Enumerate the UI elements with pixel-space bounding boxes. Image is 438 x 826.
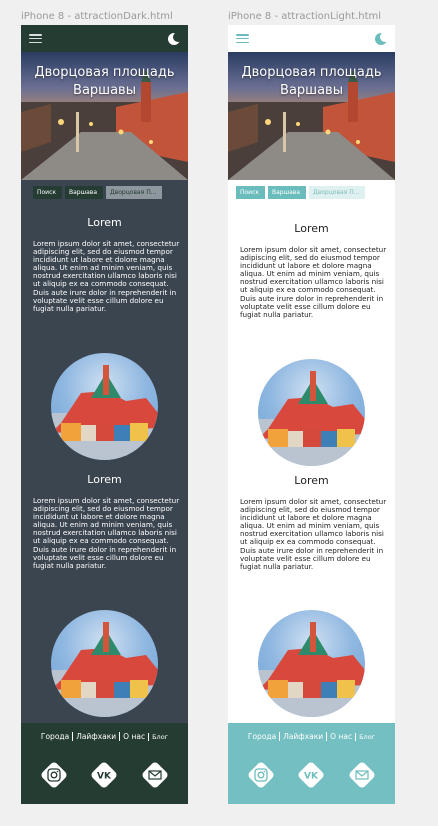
breadcrumb-item-search[interactable]: Поиск (33, 186, 63, 199)
breadcrumb: Поиск Варшава Дворцовая П... (236, 186, 365, 199)
footer-link-blog[interactable]: Блог (355, 732, 378, 741)
section-photo (258, 610, 365, 717)
section-text: Lorem ipsum dolor sit amet, consectetur … (240, 497, 387, 571)
breadcrumb-item-search[interactable]: Поиск (236, 186, 266, 199)
mail-button[interactable] (140, 760, 169, 790)
instagram-icon (254, 768, 268, 782)
breadcrumb: Поиск Варшава Дворцовая П... (33, 186, 162, 199)
mail-button[interactable] (347, 760, 376, 790)
section-title: Lorem (294, 474, 329, 487)
phone-frame-dark: Дворцовая площадь Варшавы Поиск Варшава … (21, 25, 188, 804)
footer-link-lifehacks[interactable]: Лайфхаки (72, 732, 119, 741)
hero-image: Дворцовая площадь Варшавы (228, 52, 395, 180)
hero-title: Дворцовая площадь Варшавы (34, 65, 175, 98)
section-photo (51, 353, 158, 460)
menu-icon[interactable] (236, 34, 249, 43)
section-title: Lorem (294, 222, 329, 235)
svg-text:VK: VK (305, 772, 320, 782)
frame-label: iPhone 8 - attractionDark.html (21, 11, 173, 22)
mail-icon (148, 770, 162, 780)
breadcrumb-item-current: Дворцовая П... (309, 186, 365, 199)
section-text: Lorem ipsum dolor sit amet, consectetur … (33, 496, 180, 570)
vk-button[interactable]: VK (90, 760, 119, 790)
footer: Города Лайфхаки О нас Блог VK (21, 723, 188, 804)
section-text: Lorem ipsum dolor sit amet, consectetur … (240, 245, 387, 319)
footer-link-about[interactable]: О нас (326, 732, 355, 741)
section-photo (51, 610, 158, 717)
vk-icon: VK (305, 772, 320, 782)
social-links: VK (21, 760, 188, 790)
instagram-button[interactable] (40, 760, 69, 790)
breadcrumb-item-warsaw[interactable]: Варшава (65, 186, 103, 199)
footer: Города Лайфхаки О нас Блог VK (228, 723, 395, 804)
section-title: Lorem (87, 473, 122, 486)
instagram-button[interactable] (247, 760, 276, 790)
hero-image: Дворцовая площадь Варшавы (21, 52, 188, 180)
footer-nav: Города Лайфхаки О нас Блог (228, 732, 395, 741)
footer-nav: Города Лайфхаки О нас Блог (21, 732, 188, 741)
frame-label: iPhone 8 - attractionLight.html (228, 11, 382, 22)
theme-toggle-icon[interactable] (375, 31, 390, 45)
section-photo (258, 359, 365, 466)
theme-toggle-icon[interactable] (168, 31, 183, 45)
header-bar (21, 25, 188, 52)
social-links: VK (228, 760, 395, 790)
instagram-icon (47, 768, 61, 782)
vk-icon: VK (98, 772, 113, 782)
breadcrumb-item-warsaw[interactable]: Варшава (268, 186, 306, 199)
vk-button[interactable]: VK (297, 760, 326, 790)
footer-link-lifehacks[interactable]: Лайфхаки (279, 732, 326, 741)
section-title: Lorem (87, 216, 122, 229)
footer-link-about[interactable]: О нас (119, 732, 148, 741)
footer-link-blog[interactable]: Блог (148, 732, 171, 741)
breadcrumb-item-current: Дворцовая П... (106, 186, 162, 199)
menu-icon[interactable] (29, 34, 42, 43)
hero-title: Дворцовая площадь Варшавы (241, 65, 382, 98)
phone-frame-light: Дворцовая площадь Варшавы Поиск Варшава … (228, 25, 395, 804)
svg-text:VK: VK (98, 772, 113, 782)
header-bar (228, 25, 395, 52)
footer-link-cities[interactable]: Города (245, 732, 279, 741)
mail-icon (355, 770, 369, 780)
footer-link-cities[interactable]: Города (38, 732, 72, 741)
section-text: Lorem ipsum dolor sit amet, consectetur … (33, 239, 180, 313)
